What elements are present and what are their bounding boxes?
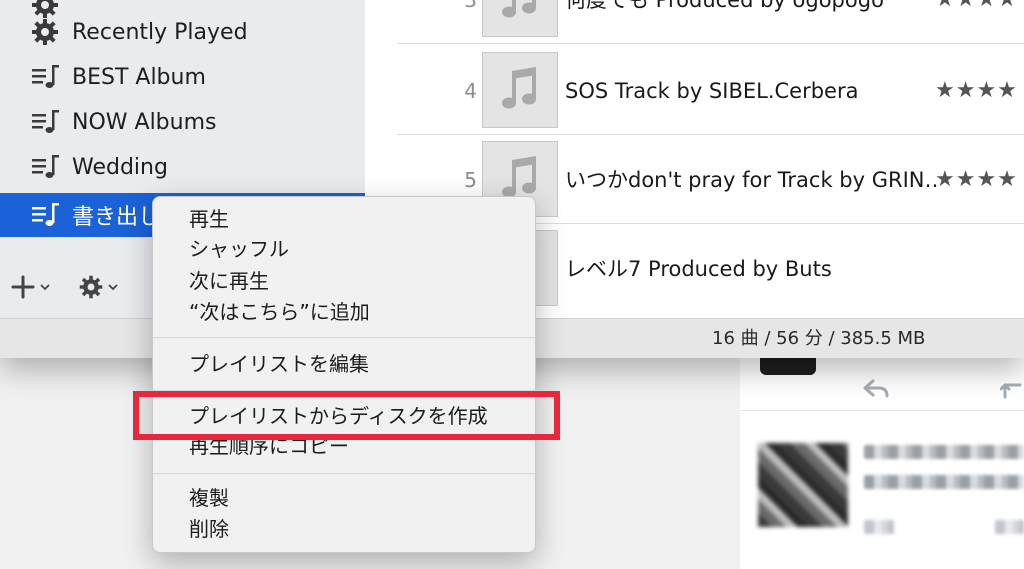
chevron-down-icon [40,284,50,291]
menu-separator [153,337,535,338]
retweet-icon [1000,383,1022,399]
menu-item-add-to-up-next[interactable]: “次はこちら”に追加 [189,297,370,327]
music-note-icon [502,0,536,18]
menu-item-play[interactable]: 再生 [189,204,229,234]
playlist-settings-button[interactable] [78,272,119,302]
sidebar-item-label: Wedding [72,154,168,180]
playlist-icon [32,155,59,178]
menu-item-delete[interactable]: 削除 [189,514,229,544]
sidebar-item-best-album[interactable]: BEST Album [0,55,365,99]
background-text-line [864,445,1024,459]
menu-item-shuffle[interactable]: シャッフル [189,234,289,264]
sidebar-item-wedding[interactable]: Wedding [0,145,365,189]
menu-item-edit-playlist[interactable]: プレイリストを編集 [189,349,369,379]
chevron-down-icon [108,284,118,291]
menu-separator [153,473,535,474]
track-row[interactable]: 4 SOS Track by SIBEL.Cerbera ★★★★ [397,47,1024,135]
background-divider [740,410,1024,411]
add-playlist-button[interactable] [10,272,51,302]
reply-icon [863,379,889,398]
track-row[interactable]: 3 何度でも Produced by ogopogo ★★★★ [397,0,1024,44]
annotation-highlight-box [133,391,560,440]
track-number: 4 [464,79,477,103]
track-rating[interactable]: ★★★★ [935,47,1018,135]
gear-icon [79,275,103,299]
background-text-line [864,475,1024,489]
menu-item-duplicate[interactable]: 複製 [189,483,229,513]
music-note-icon [502,67,536,109]
track-title: いつかdon't pray for Track by GRIN… [565,168,937,192]
track-title: 何度でも Produced by ogopogo [565,0,884,12]
sidebar-item-label: Recently Played [72,19,248,45]
track-rating[interactable]: ★★★★ [935,136,1018,224]
library-summary: 16 曲 / 56 分 / 385.5 MB [712,328,926,349]
menu-item-play-next[interactable]: 次に再生 [189,266,269,296]
playlist-icon [32,110,59,133]
sidebar-item-label: 書き出し [72,205,161,230]
background-thumbnail [758,443,848,527]
context-menu: 再生 シャッフル 次に再生 “次はこちら”に追加 プレイリストを編集 プレイリス… [152,196,536,553]
background-text-line [995,520,1024,534]
gear-icon [32,19,58,45]
playlist-icon [32,203,59,226]
sidebar-item-label: NOW Albums [72,109,217,135]
album-art-placeholder [482,0,558,37]
playlist-icon [32,65,59,88]
track-title: SOS Track by SIBEL.Cerbera [565,79,859,103]
album-art-placeholder [482,52,558,128]
plus-icon [11,275,35,299]
background-text-line [864,520,894,534]
sidebar-item-now-albums[interactable]: NOW Albums [0,100,365,144]
sidebar-item-label: BEST Album [72,64,206,90]
track-title: レベル7 Produced by Buts [565,257,832,281]
sidebar-item-recently-played[interactable]: Recently Played [0,10,365,54]
track-number: 3 [464,0,477,12]
track-rating[interactable]: ★★★★ [935,0,1018,44]
